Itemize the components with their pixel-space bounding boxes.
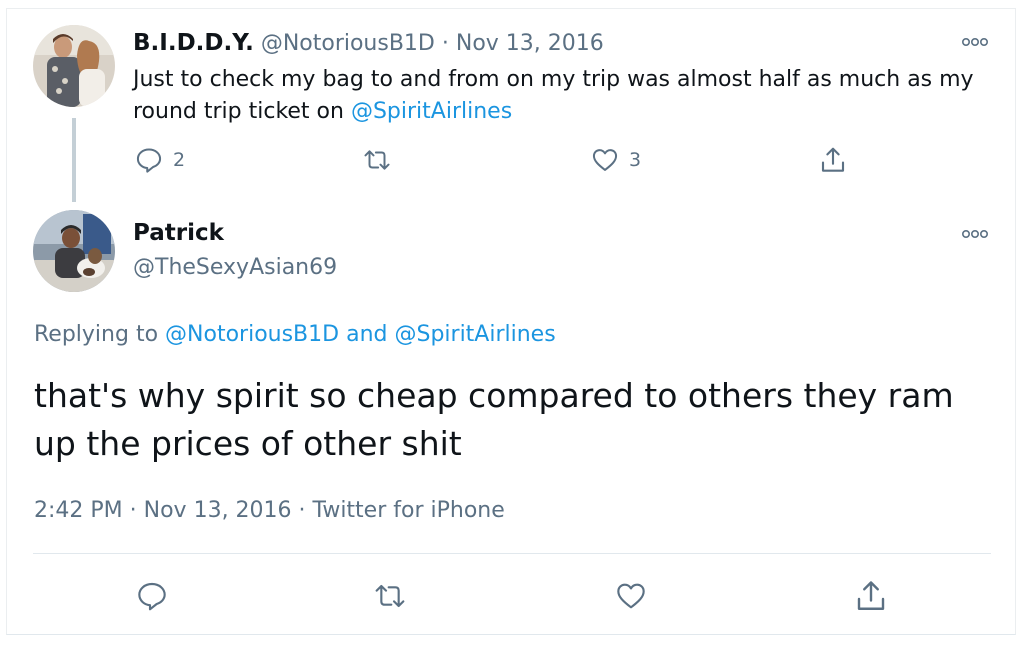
retweet-icon <box>375 584 405 608</box>
avatar-patrick[interactable] <box>33 210 115 292</box>
main-tweet-display-name-row: Patrick <box>133 220 224 246</box>
main-tweet-source[interactable]: Twitter for iPhone <box>313 498 505 523</box>
parent-like-count: 3 <box>629 149 642 171</box>
main-meta-separator-2: · <box>291 498 313 523</box>
parent-display-name[interactable]: B.I.D.D.Y. <box>133 30 254 56</box>
actions-divider <box>33 553 991 554</box>
main-reply-action[interactable] <box>136 580 168 612</box>
parent-date[interactable]: Nov 13, 2016 <box>456 31 604 56</box>
main-tweet-text: that's why spirit so cheap compared to o… <box>34 376 954 463</box>
parent-retweet-action[interactable] <box>362 146 392 174</box>
reply-icon <box>136 148 162 173</box>
replying-to-user-1[interactable]: @NotoriousB1D <box>165 322 339 347</box>
parent-reply-count: 2 <box>173 149 186 171</box>
parent-tweet-header: B.I.D.D.Y. @NotoriousB1D · Nov 13, 2016 <box>133 30 604 56</box>
replying-to-prefix: Replying to <box>34 322 166 347</box>
main-tweet-meta: 2:42 PM · Nov 13, 2016 · Twitter for iPh… <box>34 498 505 523</box>
more-icon[interactable] <box>960 36 990 48</box>
avatar-biddy-image <box>33 25 115 107</box>
parent-like-action[interactable]: 3 <box>591 146 641 174</box>
main-meta-separator-1: · <box>122 498 144 523</box>
avatar-biddy[interactable] <box>33 25 115 107</box>
main-tweet-time[interactable]: 2:42 PM <box>34 498 123 523</box>
parent-mention-link[interactable]: @SpiritAirlines <box>351 99 512 124</box>
replying-to-and: and <box>339 322 395 347</box>
like-icon <box>617 583 645 609</box>
like-icon <box>592 149 618 171</box>
parent-text-body: Just to check my bag to and from on my t… <box>133 67 974 124</box>
replying-to-line: Replying to @NotoriousB1D and @SpiritAir… <box>34 322 556 347</box>
thread-connector-line <box>72 118 76 202</box>
main-handle[interactable]: @TheSexyAsian69 <box>133 255 337 280</box>
retweet-icon <box>364 150 390 170</box>
reply-icon <box>138 582 166 611</box>
parent-tweet-text: Just to check my bag to and from on my t… <box>133 64 993 128</box>
main-like-action[interactable] <box>614 580 648 612</box>
main-display-name[interactable]: Patrick <box>133 220 224 246</box>
share-icon <box>821 147 845 172</box>
avatar-patrick-image <box>33 210 115 292</box>
main-share-action[interactable] <box>853 578 889 614</box>
parent-reply-action[interactable]: 2 <box>135 146 185 174</box>
parent-separator: · <box>441 31 449 56</box>
main-tweet-date[interactable]: Nov 13, 2016 <box>144 498 292 523</box>
replying-to-user-2[interactable]: @SpiritAirlines <box>394 322 555 347</box>
parent-handle[interactable]: @NotoriousB1D <box>261 31 435 56</box>
more-icon[interactable] <box>960 228 990 240</box>
parent-share-action[interactable] <box>818 145 848 175</box>
share-icon <box>857 581 885 610</box>
main-retweet-action[interactable] <box>372 580 408 612</box>
